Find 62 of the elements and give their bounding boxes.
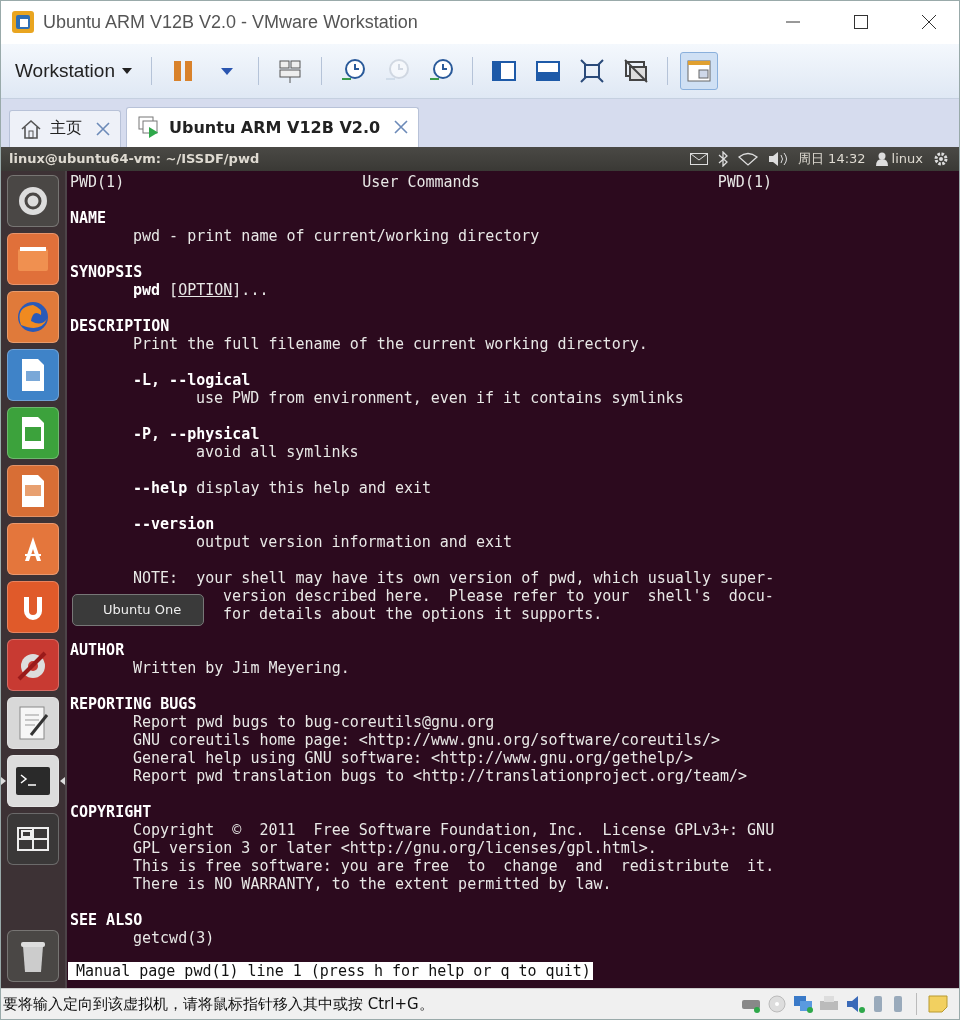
- mail-icon[interactable]: [690, 152, 708, 165]
- man-text-line: GPL version 3 or later <http://gnu.org/licenses/gpl.html>.: [133, 838, 657, 857]
- man-text-line: -P, --physical: [133, 424, 260, 443]
- man-text-line: use PWD from environment, even if it contains symlinks: [196, 388, 684, 407]
- network-icon[interactable]: [792, 994, 814, 1015]
- man-text-line: version described here. Please refer to your shell's docu-: [223, 586, 774, 605]
- section-heading: SEE ALSO: [70, 910, 143, 929]
- section-heading: REPORTING BUGS: [70, 694, 197, 713]
- section-heading: COPYRIGHT: [70, 802, 152, 821]
- man-text-line: NOTE: your shell may have its own version of pwd, which usually super-: [133, 568, 775, 587]
- man-text-line: --version: [133, 514, 215, 533]
- app-logo-icon: [11, 10, 35, 35]
- man-text-line: This is free software: you are free to change and redistribute it.: [133, 856, 775, 875]
- status-message: 要将输入定向到该虚拟机，请将鼠标指针移入其中或按 Ctrl+G。: [3, 994, 434, 1014]
- window-title: linux@ubuntu64-vm: ~/ISSDF/pwd: [9, 151, 260, 167]
- man-text-line: Report pwd translation bugs to <http://translationproject.org/team/>: [133, 766, 748, 785]
- man-text-line: Written by Jim Meyering.: [133, 658, 350, 677]
- bluetooth-icon[interactable]: [718, 150, 728, 167]
- man-text-line: output version information and exit: [196, 532, 513, 551]
- man-text-line: pwd [OPTION]...: [133, 280, 269, 299]
- pager-status: Manual page pwd(1) line 1 (press h for help or q to quit): [68, 962, 593, 981]
- man-header-text: User Commands: [362, 172, 480, 191]
- caret-icon: [220, 67, 233, 75]
- man-text-line: --help display this help and exit: [133, 478, 432, 497]
- man-text-line: Copyright © 2011 Free Software Foundation, Inc. License GPLv3+: GNU: [133, 820, 775, 839]
- volume-icon[interactable]: [768, 151, 788, 166]
- man-text-line: General help using GNU software: <http://www.gnu.org/gethelp/>: [133, 748, 693, 767]
- vm-icon: [137, 115, 161, 140]
- section-heading: NAME: [70, 208, 107, 227]
- close-icon[interactable]: [921, 14, 937, 31]
- unity-icon: [621, 56, 650, 85]
- terminal-launcher-icon[interactable]: [1, 754, 65, 807]
- caret-icon: [120, 66, 133, 75]
- man-text-line: for details about the options it supports.: [223, 604, 603, 623]
- section-heading: DESCRIPTION: [70, 316, 170, 335]
- gear-icon[interactable]: [933, 150, 949, 167]
- maximize-icon[interactable]: [853, 14, 869, 31]
- clock[interactable]: 周日 14:32: [798, 149, 866, 168]
- man-text-line: pwd - print name of current/working directory: [133, 226, 540, 245]
- man-text-line: Print the full filename of the current working directory.: [133, 334, 648, 353]
- tooltip: Ubuntu One: [72, 593, 204, 626]
- window-title: Ubuntu ARM V12B V2.0 - VMware Workstation: [43, 11, 418, 33]
- speaker-icon[interactable]: [844, 994, 866, 1015]
- man-text-line: -L, --logical: [133, 370, 251, 389]
- man-text-line: GNU coreutils home page: <http://www.gnu.org/software/coreutils/>: [133, 730, 720, 749]
- man-text-line: avoid all symlinks: [196, 442, 359, 461]
- home-icon: [20, 117, 42, 140]
- section-heading: AUTHOR: [70, 640, 125, 659]
- man-text-line: There is NO WARRANTY, to the extent permitted by law.: [133, 874, 612, 893]
- man-header-text: PWD(1): [717, 172, 772, 191]
- wifi-icon[interactable]: [738, 151, 758, 166]
- tab[interactable]: Ubuntu ARM V12B V2.0: [126, 106, 420, 147]
- user-icon[interactable]: [875, 151, 888, 166]
- man-header-text: PWD(1): [70, 172, 125, 191]
- man-text-line: getcwd(3): [133, 928, 215, 947]
- section-heading: SYNOPSIS: [70, 262, 143, 281]
- man-text-line: Report pwd bugs to bug-coreutils@gnu.org: [133, 712, 495, 731]
- user-name[interactable]: linux: [891, 151, 923, 167]
- fullscreen-icon: [577, 56, 606, 85]
- console-view-button[interactable]: [679, 51, 718, 90]
- workstation-menu[interactable]: Workstation: [9, 55, 139, 86]
- tab[interactable]: 主页: [9, 109, 121, 147]
